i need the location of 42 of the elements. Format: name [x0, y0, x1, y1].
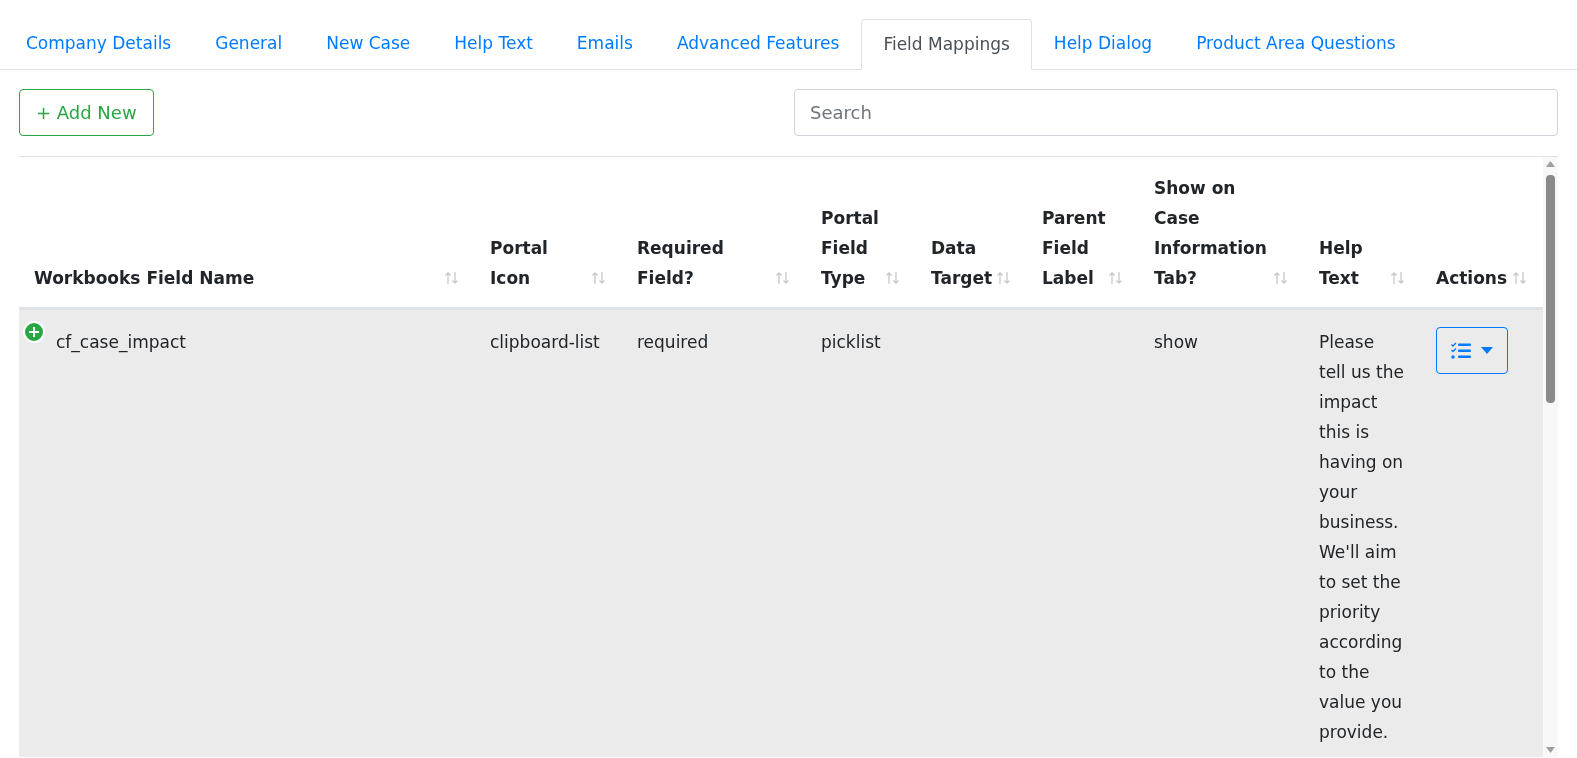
- column-header[interactable]: Data Target: [931, 233, 994, 293]
- sort-icon: [444, 271, 460, 285]
- sort-icon: [1390, 271, 1406, 285]
- sort-icon: [885, 271, 901, 285]
- expand-plus-icon[interactable]: [23, 321, 45, 343]
- column-header[interactable]: Portal Icon: [490, 233, 589, 293]
- sort-icon: [1512, 271, 1528, 285]
- tab[interactable]: General: [193, 18, 305, 69]
- search-field[interactable]: Search: [794, 88, 1558, 136]
- tab[interactable]: Field Mappings: [861, 19, 1032, 70]
- scroll-down-arrow-icon[interactable]: [1546, 747, 1555, 753]
- caret-icon: [1481, 347, 1493, 354]
- tab[interactable]: Help Dialog: [1031, 18, 1175, 69]
- table-cell-text: required: [637, 331, 710, 354]
- tab[interactable]: Advanced Features: [654, 18, 862, 69]
- table-cell-text: cf_case_impact: [55, 331, 187, 355]
- actions-dropdown-button[interactable]: [1436, 327, 1508, 374]
- column-header[interactable]: Workbooks Field Name: [34, 263, 255, 293]
- table-cell-text: Please tell us the impact this is having on your business. We'll aim to set the priority according to the value you provide.: [1319, 331, 1405, 744]
- scroll-up-arrow-icon[interactable]: [1546, 161, 1555, 167]
- sort-icon: [591, 271, 607, 285]
- sort-icon: [775, 271, 791, 285]
- column-header[interactable]: Portal Field Type: [821, 203, 883, 293]
- sort-icon: [1108, 271, 1124, 285]
- sort-icon: [1273, 271, 1289, 285]
- table-cell-text: picklist: [821, 331, 882, 354]
- column-header[interactable]: Show on Case Information Tab?: [1154, 173, 1271, 293]
- table-cell-text: clipboard-list: [490, 331, 601, 354]
- table-cell-text: show: [1154, 331, 1199, 354]
- scrollbar[interactable]: [1543, 157, 1558, 757]
- column-header[interactable]: Required Field?: [637, 233, 773, 293]
- tab[interactable]: Company Details: [4, 18, 194, 69]
- tab[interactable]: Product Area Questions: [1174, 18, 1418, 69]
- checklist-icon: [1451, 341, 1471, 360]
- tab[interactable]: Help Text: [432, 18, 555, 69]
- scrollbar-thumb[interactable]: [1546, 175, 1555, 403]
- column-header[interactable]: Help Text: [1319, 233, 1388, 293]
- tab[interactable]: New Case: [304, 18, 433, 69]
- tab[interactable]: Emails: [554, 18, 655, 69]
- sort-icon: [996, 271, 1012, 285]
- column-header[interactable]: Actions: [1436, 263, 1508, 293]
- column-header[interactable]: Parent Field Label: [1042, 203, 1106, 293]
